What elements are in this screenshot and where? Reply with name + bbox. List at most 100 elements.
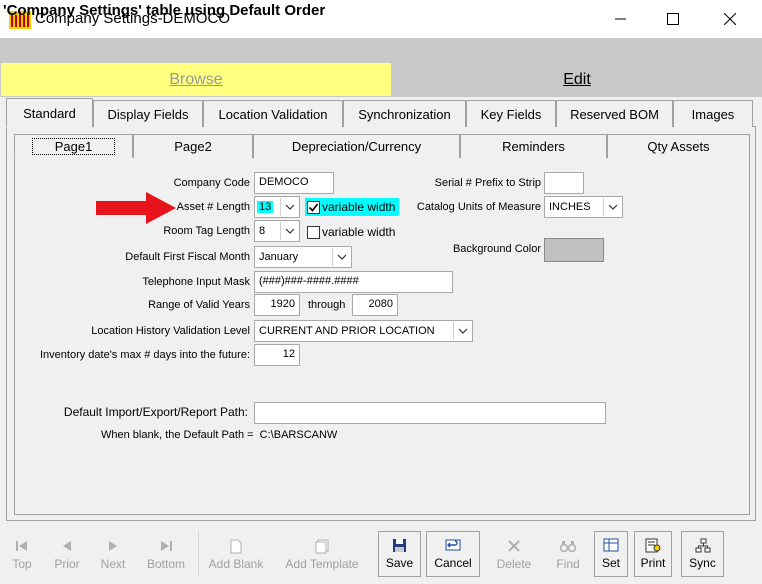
template-document-icon (313, 538, 331, 554)
valid-years-from-input[interactable]: 1920 (254, 294, 300, 316)
undo-icon (444, 537, 462, 553)
serial-prefix-input[interactable] (544, 172, 584, 194)
sync-button[interactable]: Sync (681, 531, 724, 577)
subtab-reminders[interactable]: Reminders (460, 134, 607, 158)
tab-reserved-bom[interactable]: Reserved BOM (556, 100, 673, 127)
delete-button[interactable]: Delete (490, 531, 538, 577)
next-icon (104, 538, 122, 554)
prior-button-label: Prior (54, 557, 80, 571)
top-button-label: Top (12, 557, 32, 571)
delete-button-label: Delete (496, 557, 532, 571)
edit-tab[interactable]: Edit (392, 62, 762, 97)
top-button[interactable]: Top (6, 531, 38, 577)
phone-mask-label: Telephone Input Mask (142, 276, 250, 288)
last-record-icon (157, 538, 175, 554)
room-tag-length-select[interactable]: 8 (254, 220, 300, 242)
table-header-bar (0, 38, 762, 62)
table-header-text: 'Company Settings' table using Default O… (3, 2, 326, 19)
add-blank-button-label: Add Blank (208, 557, 264, 571)
next-button[interactable]: Next (93, 531, 133, 577)
serial-prefix-label: Serial # Prefix to Strip (434, 177, 541, 189)
asset-length-value: 13 (257, 201, 274, 213)
asset-length-label: Asset # Length (176, 201, 250, 213)
add-blank-button[interactable]: Add Blank (203, 531, 269, 577)
inventory-days-input[interactable]: 12 (254, 344, 300, 366)
bottom-button[interactable]: Bottom (140, 531, 192, 577)
tab-standard[interactable]: Standard (6, 98, 93, 128)
tab-display-fields[interactable]: Display Fields (93, 100, 203, 127)
save-button[interactable]: Save (378, 531, 421, 577)
tab-synchronization[interactable]: Synchronization (343, 100, 466, 127)
chevron-down-icon (603, 198, 621, 216)
next-button-label: Next (100, 557, 126, 571)
chevron-down-icon (280, 198, 298, 216)
subtab-page1[interactable]: Page1 (14, 134, 133, 158)
subtab-page2[interactable]: Page2 (133, 134, 253, 158)
close-icon (724, 13, 736, 25)
default-path-label: Default Import/Export/Report Path: (63, 405, 248, 419)
chevron-down-icon (453, 322, 471, 340)
default-path-note: When blank, the Default Path = C:\BARSCA… (101, 429, 338, 441)
fiscal-month-label: Default First Fiscal Month (125, 251, 250, 263)
catalog-units-select[interactable]: INCHES (544, 196, 623, 218)
save-button-label: Save (385, 556, 414, 570)
binoculars-icon (559, 538, 577, 554)
blank-document-icon (227, 538, 245, 554)
subtab-qty-assets[interactable]: Qty Assets (607, 134, 750, 158)
cancel-button[interactable]: Cancel (426, 531, 480, 577)
fiscal-month-select[interactable]: January (254, 246, 352, 268)
browse-tab[interactable]: Browse (0, 62, 392, 97)
subtab-depreciation-currency[interactable]: Depreciation/Currency (253, 134, 460, 158)
location-history-select[interactable]: CURRENT AND PRIOR LOCATION (254, 320, 473, 342)
set-button[interactable]: Set (594, 531, 628, 577)
add-template-button-label: Add Template (285, 557, 359, 571)
maximize-button[interactable] (650, 0, 696, 38)
network-sync-icon (694, 537, 712, 553)
print-button[interactable]: Print (634, 531, 672, 577)
cancel-button-label: Cancel (434, 556, 472, 570)
chevron-down-icon (280, 222, 298, 240)
company-code-label: Company Code (173, 177, 250, 189)
first-record-icon (13, 538, 31, 554)
minimize-button[interactable] (598, 0, 644, 38)
tab-key-fields[interactable]: Key Fields (466, 100, 556, 127)
tab-images[interactable]: Images (673, 100, 753, 127)
asset-length-select[interactable]: 13 (254, 196, 300, 218)
print-report-icon (644, 537, 662, 553)
close-button[interactable] (707, 0, 753, 38)
subtab-page1-label: Page1 (31, 137, 116, 155)
toolbar-separator (198, 531, 199, 577)
company-code-input[interactable]: DEMOCO (254, 172, 334, 194)
phone-mask-input[interactable]: (###)###-####.#### (254, 271, 453, 293)
inventory-days-label: Inventory date's max # days into the fut… (40, 349, 250, 361)
background-color-swatch[interactable] (544, 238, 604, 262)
fiscal-month-value: January (259, 251, 299, 263)
location-history-label: Location History Validation Level (91, 325, 250, 337)
catalog-units-value: INCHES (549, 201, 591, 213)
background-color-label: Background Color (452, 243, 541, 255)
checkmark-icon (308, 203, 319, 212)
room-variable-width-checkbox[interactable] (307, 226, 320, 239)
room-tag-length-label: Room Tag Length (163, 225, 250, 237)
previous-icon (58, 538, 76, 554)
add-template-button[interactable]: Add Template (280, 531, 364, 577)
through-label: through (308, 299, 346, 311)
valid-years-to-input[interactable]: 2080 (352, 294, 398, 316)
sync-button-label: Sync (689, 556, 716, 570)
minimize-icon (615, 18, 626, 20)
find-button[interactable]: Find (548, 531, 588, 577)
asset-variable-width-checkbox[interactable] (307, 201, 320, 214)
room-tag-length-value: 8 (259, 225, 266, 237)
prior-button[interactable]: Prior (46, 531, 88, 577)
set-button-label: Set (601, 556, 620, 570)
valid-years-label: Range of Valid Years (148, 299, 250, 311)
location-history-value: CURRENT AND PRIOR LOCATION (259, 325, 435, 337)
default-path-input[interactable] (254, 402, 606, 424)
find-button-label: Find (556, 557, 580, 571)
catalog-units-label: Catalog Units of Measure (416, 201, 541, 213)
maximize-icon (667, 13, 679, 25)
delete-x-icon (505, 538, 523, 554)
tab-location-validation[interactable]: Location Validation (203, 100, 343, 127)
settings-grid-icon (602, 537, 620, 553)
print-button-label: Print (640, 556, 666, 570)
